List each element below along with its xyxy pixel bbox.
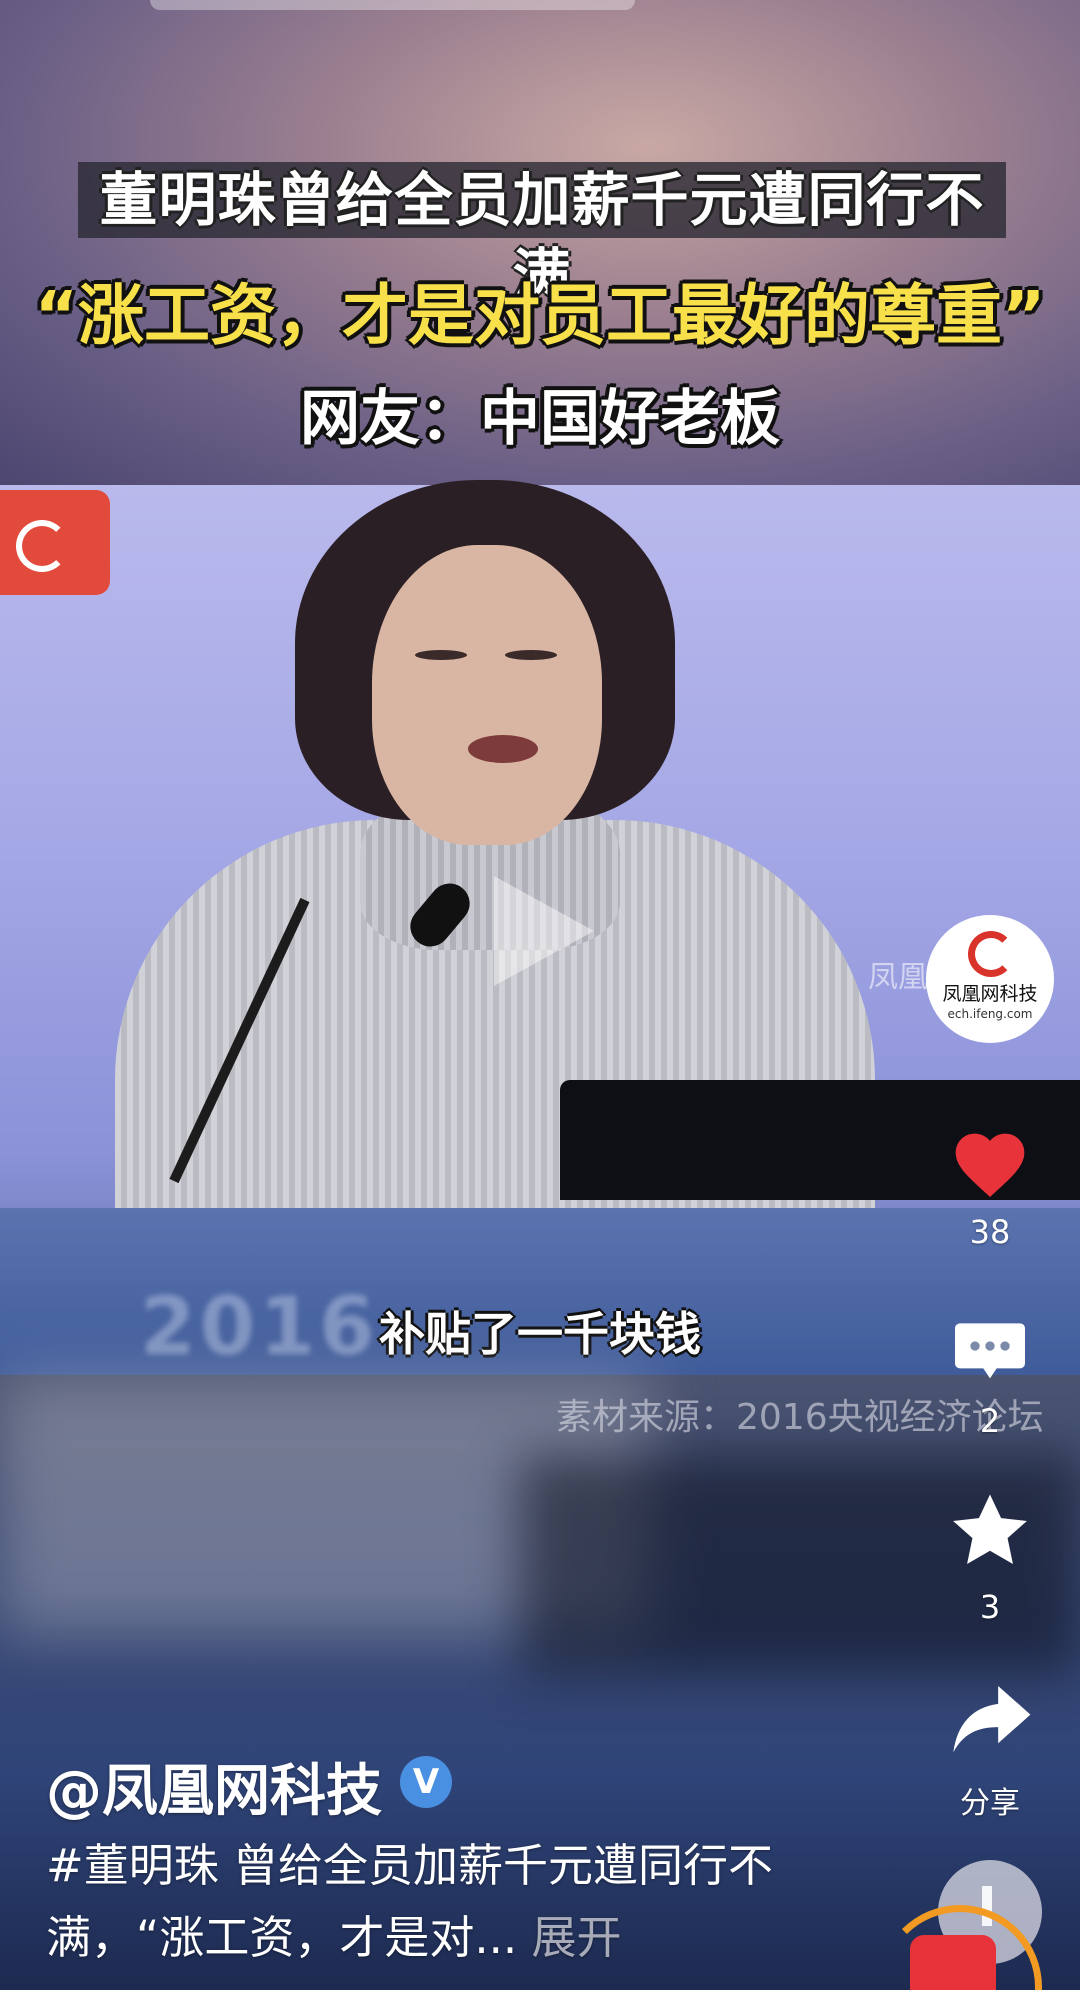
avatar-url: ech.ifeng.com [947,1007,1033,1021]
comment-icon[interactable] [950,1310,1030,1390]
author-name[interactable]: @凤凰网科技 [46,1746,382,1827]
avatar-name: 凤凰网科技 [942,983,1038,1005]
star-icon[interactable] [947,1488,1033,1574]
video-feed-screen: 董明珠曾给全员加薪千元遭同行不满 “涨工资，才是对员工最好的尊重” 网友：中国好… [0,0,1080,1990]
author-avatar[interactable]: 凤凰网科技 ech.ifeng.com [926,915,1054,1043]
like-count-wrap: 38 [940,1213,1040,1251]
favorite-count-wrap: 3 [940,1588,1040,1626]
video-subtitle: 补贴了一千块钱 [379,1307,701,1361]
headline-text: 董明珠曾给全员加薪千元遭同行不满 [99,166,985,310]
verified-icon: V [400,1756,452,1808]
app-widget-icon[interactable] [910,1935,996,1990]
channel-corner-logo [0,490,110,595]
share-label: 分享 [960,1786,1020,1821]
post-description[interactable]: #董明珠 曾给全员加薪千元遭同行不满，“涨工资，才是对... 展开 [46,1830,846,1974]
play-icon[interactable] [494,876,594,986]
video-watermark: 凤凰 [868,960,928,995]
speaker-eye-right [505,650,557,660]
share-label-wrap: 分享 [940,1778,1040,1822]
favorite-count: 3 [979,1588,1001,1626]
sub-quote-text: 网友：中国好老板 [300,384,780,454]
comment-count: 2 [979,1402,1001,1440]
heart-icon[interactable] [950,1122,1030,1202]
description-text: #董明珠 曾给全员加薪千元遭同行不满，“涨工资，才是对... [46,1839,774,1964]
phoenix-logo-icon [16,520,68,572]
like-count: 38 [969,1213,1011,1251]
comment-count-wrap: 2 [940,1402,1040,1440]
phoenix-avatar-icon [968,931,1014,977]
quote-text: “涨工资，才是对员工最好的尊重” [34,277,1046,354]
share-icon[interactable] [948,1680,1034,1760]
expand-link[interactable]: 展开 [532,1911,622,1964]
speaker-mouth [468,735,538,763]
speaker-face [372,545,602,845]
top-handle [150,0,635,10]
speaker-eye-left [415,650,467,660]
